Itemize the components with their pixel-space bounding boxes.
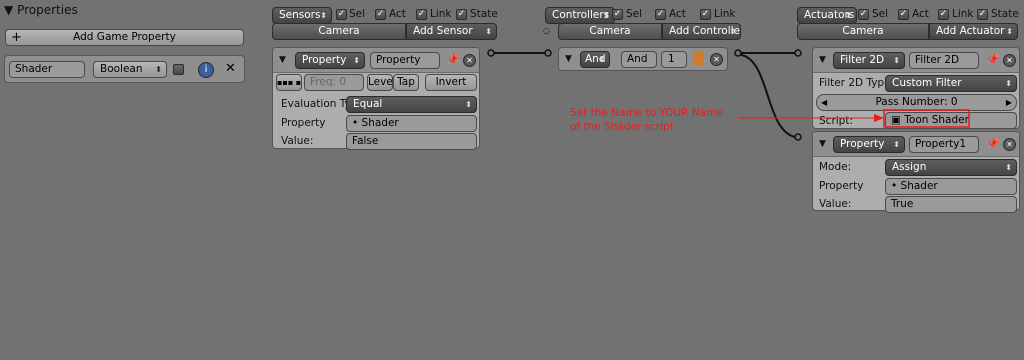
controller-to-actuator-links[interactable]	[734, 49, 802, 141]
annotation-line-1: Set the Name to YOUR Name	[570, 107, 723, 119]
logic-connections	[487, 49, 970, 141]
script-highlight-box	[883, 109, 970, 128]
annotation-arrow	[738, 114, 884, 122]
annotation-line-2: of the Shader script	[570, 121, 674, 133]
sensor-to-controller-link[interactable]	[487, 49, 552, 57]
annotation-text: Set the Name to YOUR Name of the Shader …	[570, 106, 723, 134]
